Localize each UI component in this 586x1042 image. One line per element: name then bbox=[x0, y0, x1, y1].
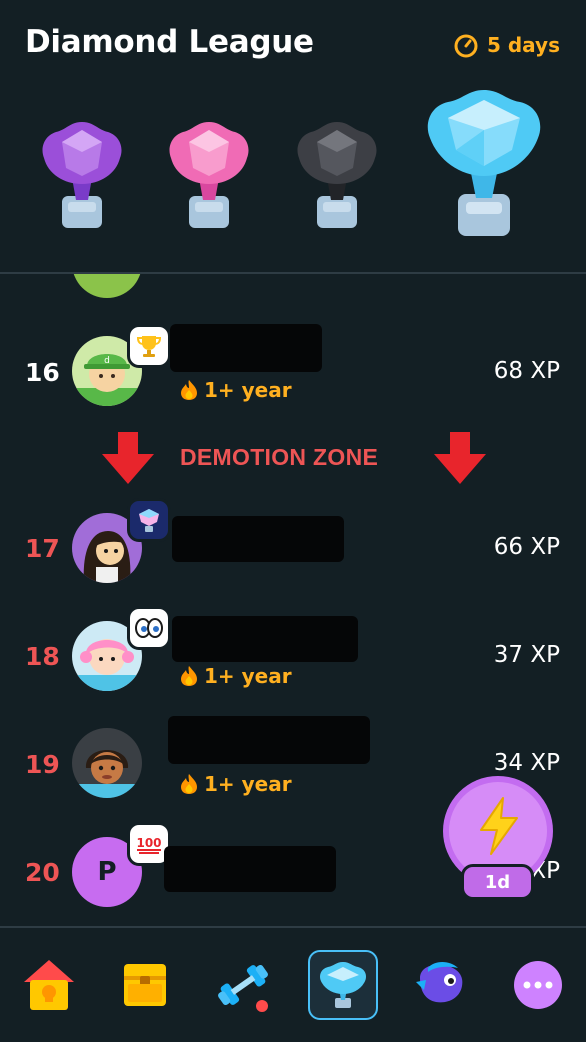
list-item[interactable]: 18 1+ year 37 XP bbox=[0, 606, 586, 708]
nav-home[interactable] bbox=[14, 950, 84, 1020]
bottom-nav bbox=[0, 926, 586, 1042]
leagues-icon bbox=[320, 962, 366, 1008]
avatar[interactable] bbox=[72, 728, 142, 798]
streak-text: 1+ year bbox=[204, 772, 292, 796]
league-header: Diamond League 5 days bbox=[0, 0, 586, 272]
league-title: Diamond League bbox=[25, 24, 314, 60]
svg-text:d: d bbox=[104, 356, 110, 366]
demotion-zone-divider: DEMOTION ZONE bbox=[0, 430, 586, 486]
flame-icon bbox=[181, 666, 197, 686]
boost-timer-badge: 1d bbox=[461, 864, 534, 900]
username-redacted bbox=[168, 716, 370, 764]
diamond-trophy-icon bbox=[427, 90, 541, 236]
streak-info: 1+ year bbox=[180, 378, 292, 402]
flame-icon bbox=[181, 380, 197, 400]
streak-text: 1+ year bbox=[204, 664, 292, 688]
rank-number: 16 bbox=[25, 358, 60, 387]
obsidian-trophy-icon bbox=[297, 122, 377, 228]
eyes-icon bbox=[127, 606, 171, 650]
xp-value: 34 XP bbox=[493, 750, 560, 776]
list-item[interactable]: 16 d 1+ year 68 XP bbox=[0, 324, 586, 420]
xp-value: 37 XP bbox=[493, 642, 560, 668]
arrow-down-icon bbox=[102, 432, 154, 484]
duo-icon bbox=[416, 962, 463, 1003]
list-item[interactable]: 17 66 XP bbox=[0, 498, 586, 600]
timer-text: 5 days bbox=[486, 33, 560, 57]
svg-text:100: 100 bbox=[136, 836, 161, 850]
league-timer: 5 days bbox=[453, 32, 560, 58]
xp-value: 68 XP bbox=[493, 358, 560, 384]
dumbbell-icon bbox=[218, 964, 268, 1012]
rank-number: 18 bbox=[25, 642, 60, 671]
arrow-down-icon bbox=[434, 432, 486, 484]
username-redacted bbox=[172, 516, 344, 562]
rank-number: 20 bbox=[25, 858, 60, 887]
streak-text: 1+ year bbox=[204, 378, 292, 402]
home-icon bbox=[24, 960, 74, 1010]
flame-icon bbox=[181, 774, 197, 794]
diamond-icon bbox=[127, 498, 171, 542]
rank-number: 17 bbox=[25, 534, 60, 563]
nav-leagues[interactable] bbox=[308, 950, 378, 1020]
username-redacted bbox=[172, 616, 358, 662]
rank-number: 19 bbox=[25, 750, 60, 779]
nav-profile[interactable] bbox=[406, 950, 476, 1020]
trophy-icon bbox=[127, 324, 171, 368]
stopwatch-icon bbox=[454, 34, 478, 58]
streak-info: 1+ year bbox=[180, 664, 292, 688]
more-icon bbox=[514, 961, 562, 1009]
xp-value: 66 XP bbox=[493, 534, 560, 560]
pearl-trophy-icon bbox=[169, 122, 249, 228]
username-redacted bbox=[170, 324, 322, 372]
lightning-icon bbox=[480, 797, 518, 855]
nav-practice[interactable] bbox=[208, 950, 278, 1020]
amethyst-trophy-icon bbox=[42, 122, 122, 228]
avatar-letter: P bbox=[97, 857, 117, 887]
nav-chest[interactable] bbox=[110, 950, 180, 1020]
demotion-zone-label: DEMOTION ZONE bbox=[180, 444, 379, 470]
streak-info: 1+ year bbox=[180, 772, 292, 796]
chest-icon bbox=[124, 964, 166, 1006]
username-redacted bbox=[164, 846, 336, 892]
avatar[interactable] bbox=[72, 274, 142, 298]
nav-more[interactable] bbox=[503, 950, 573, 1020]
